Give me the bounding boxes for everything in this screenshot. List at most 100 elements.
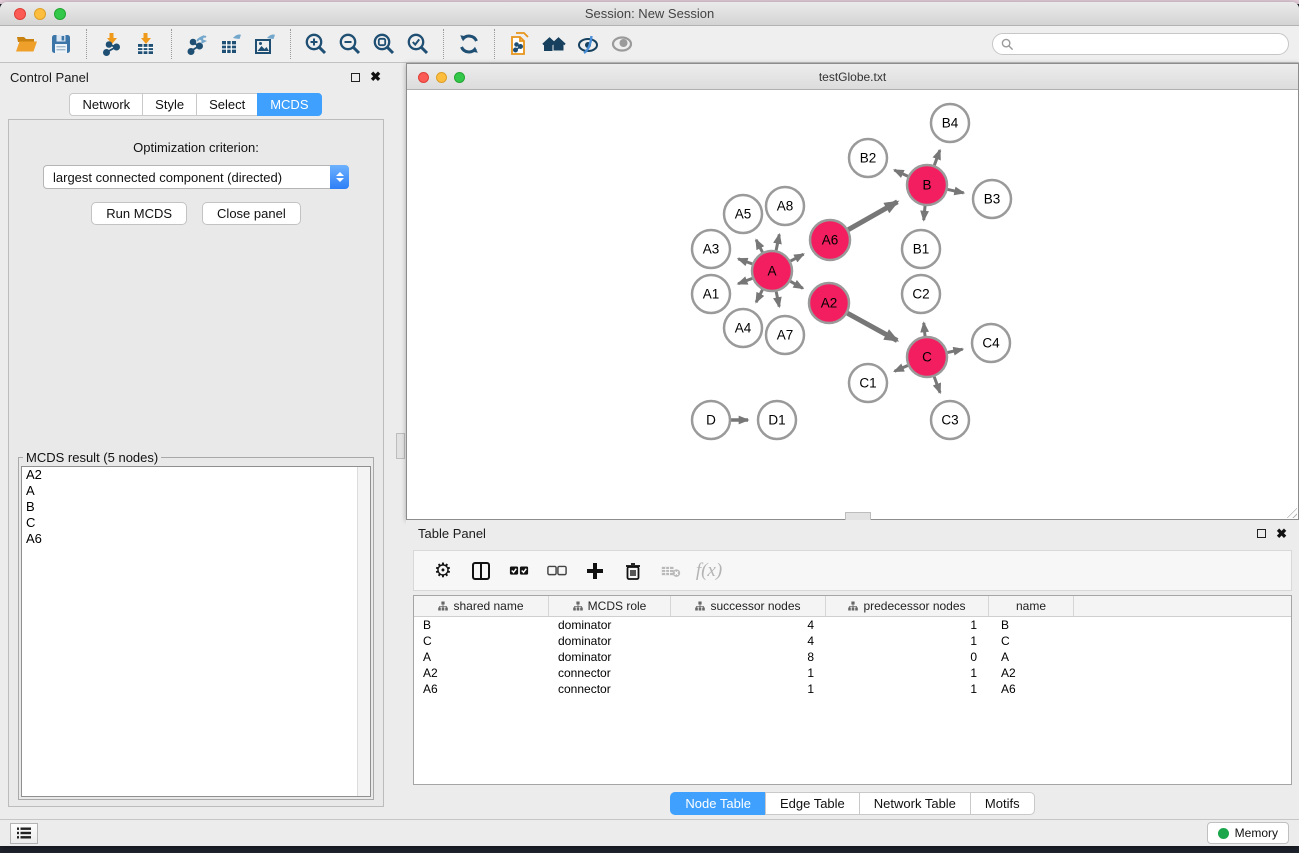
delete-table-icon <box>661 561 681 581</box>
tab-edge-table[interactable]: Edge Table <box>765 792 859 815</box>
import-table-button[interactable] <box>129 28 163 60</box>
delete-table-button[interactable] <box>652 554 690 588</box>
graph-edge-A-A8[interactable] <box>776 234 779 250</box>
graph-edge-C-C4[interactable] <box>948 349 963 352</box>
list-item[interactable]: A <box>22 483 370 499</box>
column-header-mcds-role[interactable]: MCDS role <box>549 596 671 616</box>
table-row[interactable]: A dominator 8 0 A <box>414 649 1291 665</box>
close-panel-button[interactable]: Close panel <box>202 202 301 225</box>
refresh-view-button[interactable] <box>452 28 486 60</box>
window-title: Session: New Session <box>0 2 1299 26</box>
close-panel-icon[interactable]: ✖ <box>370 72 381 82</box>
float-panel-icon[interactable] <box>351 73 360 82</box>
delete-column-button[interactable] <box>614 554 652 588</box>
graph-edge-A-A3[interactable] <box>738 259 752 264</box>
tab-mcds[interactable]: MCDS <box>257 93 321 116</box>
zoom-in-button[interactable] <box>299 28 333 60</box>
list-item[interactable]: B <box>22 499 370 515</box>
minimize-window-button[interactable] <box>34 8 46 20</box>
search-field[interactable] <box>992 33 1289 55</box>
save-session-button[interactable] <box>44 28 78 60</box>
table-row[interactable]: A6 connector 1 1 A6 <box>414 681 1291 697</box>
graph-edge-A2-C[interactable] <box>847 313 897 340</box>
tab-node-table[interactable]: Node Table <box>670 792 765 815</box>
list-scrollbar[interactable] <box>357 467 370 796</box>
graph-edge-A-A1[interactable] <box>738 278 752 283</box>
show-task-history-button[interactable] <box>10 823 38 844</box>
graph-edge-A-A2[interactable] <box>790 281 803 288</box>
column-header-predecessor-nodes[interactable]: predecessor nodes <box>826 596 989 616</box>
maximize-network-window-button[interactable] <box>454 72 465 83</box>
cell-predecessor-nodes: 1 <box>826 634 989 648</box>
toolbar-separator <box>290 29 291 59</box>
tab-motifs[interactable]: Motifs <box>970 792 1035 815</box>
function-builder-button[interactable]: f(x) <box>690 554 728 588</box>
select-stepper-icon <box>330 165 349 189</box>
add-column-button[interactable] <box>576 554 614 588</box>
network-from-selection-button[interactable] <box>503 28 537 60</box>
birdseye-view-button[interactable] <box>605 28 639 60</box>
close-window-button[interactable] <box>14 8 26 20</box>
maximize-window-button[interactable] <box>54 8 66 20</box>
graph-edge-B-B2[interactable] <box>894 170 908 176</box>
export-network-button[interactable] <box>180 28 214 60</box>
export-table-button[interactable] <box>214 28 248 60</box>
close-network-window-button[interactable] <box>418 72 429 83</box>
cell-mcds-role: connector <box>549 666 671 680</box>
column-label: predecessor nodes <box>863 599 965 613</box>
table-options-button[interactable]: ⚙ <box>424 554 462 588</box>
graph-edge-A-A6[interactable] <box>791 254 804 261</box>
tab-select[interactable]: Select <box>196 93 257 116</box>
zoom-selected-button[interactable] <box>401 28 435 60</box>
table-row[interactable]: A2 connector 1 1 A2 <box>414 665 1291 681</box>
graph-edge-A-A7[interactable] <box>776 292 779 307</box>
cell-shared-name: B <box>414 618 549 632</box>
minimize-network-window-button[interactable] <box>436 72 447 83</box>
vertical-split-handle[interactable] <box>396 433 405 459</box>
tab-style[interactable]: Style <box>142 93 196 116</box>
cell-successor-nodes: 1 <box>671 682 826 696</box>
list-item[interactable]: A6 <box>22 531 370 547</box>
tab-network[interactable]: Network <box>69 93 142 116</box>
graph-edge-C-C1[interactable] <box>895 365 908 371</box>
graph-edge-A6-B[interactable] <box>848 202 897 230</box>
graph-edge-B-B4[interactable] <box>934 150 940 165</box>
graph-edge-C-C2[interactable] <box>924 323 925 336</box>
tab-network-table[interactable]: Network Table <box>859 792 970 815</box>
gear-icon: ⚙ <box>434 561 452 581</box>
memory-button[interactable]: Memory <box>1207 822 1289 844</box>
run-mcds-button[interactable]: Run MCDS <box>91 202 187 225</box>
graph-edge-B-B3[interactable] <box>948 189 964 192</box>
zoom-out-button[interactable] <box>333 28 367 60</box>
graph-edge-C-C3[interactable] <box>934 377 940 393</box>
graph-edge-A-A4[interactable] <box>756 290 762 302</box>
graph-node-label-D1: D1 <box>768 413 785 428</box>
column-header-successor-nodes[interactable]: successor nodes <box>671 596 826 616</box>
network-canvas[interactable]: B4B2BB3A8A5A6A3B1AA1C2A2A4A7C4CC1C3DD1 <box>407 90 1298 519</box>
column-layout-button[interactable] <box>462 554 500 588</box>
cell-successor-nodes: 8 <box>671 650 826 664</box>
import-network-button[interactable] <box>95 28 129 60</box>
graph-edge-B-B1[interactable] <box>924 206 925 220</box>
home-view-button[interactable] <box>537 28 571 60</box>
zoom-fit-button[interactable] <box>367 28 401 60</box>
export-image-button[interactable] <box>248 28 282 60</box>
graph-edge-A-A5[interactable] <box>756 240 762 252</box>
column-header-shared-name[interactable]: shared name <box>414 596 549 616</box>
table-row[interactable]: C dominator 4 1 C <box>414 633 1291 649</box>
list-item[interactable]: A2 <box>22 467 370 483</box>
graph-node-label-B2: B2 <box>860 151 877 166</box>
select-all-button[interactable] <box>500 554 538 588</box>
mcds-result-list[interactable]: A2 A B C A6 <box>21 466 371 797</box>
list-item[interactable]: C <box>22 515 370 531</box>
column-header-name[interactable]: name <box>989 596 1074 616</box>
criterion-select[interactable]: largest connected component (directed) <box>43 165 349 189</box>
search-input[interactable] <box>1019 37 1280 51</box>
table-row[interactable]: B dominator 4 1 B <box>414 617 1291 633</box>
hide-details-button[interactable] <box>571 28 605 60</box>
open-file-button[interactable] <box>10 28 44 60</box>
network-graph[interactable]: B4B2BB3A8A5A6A3B1AA1C2A2A4A7C4CC1C3DD1 <box>407 90 1298 519</box>
deselect-all-button[interactable] <box>538 554 576 588</box>
close-panel-icon[interactable]: ✖ <box>1276 529 1287 539</box>
float-panel-icon[interactable] <box>1257 529 1266 538</box>
